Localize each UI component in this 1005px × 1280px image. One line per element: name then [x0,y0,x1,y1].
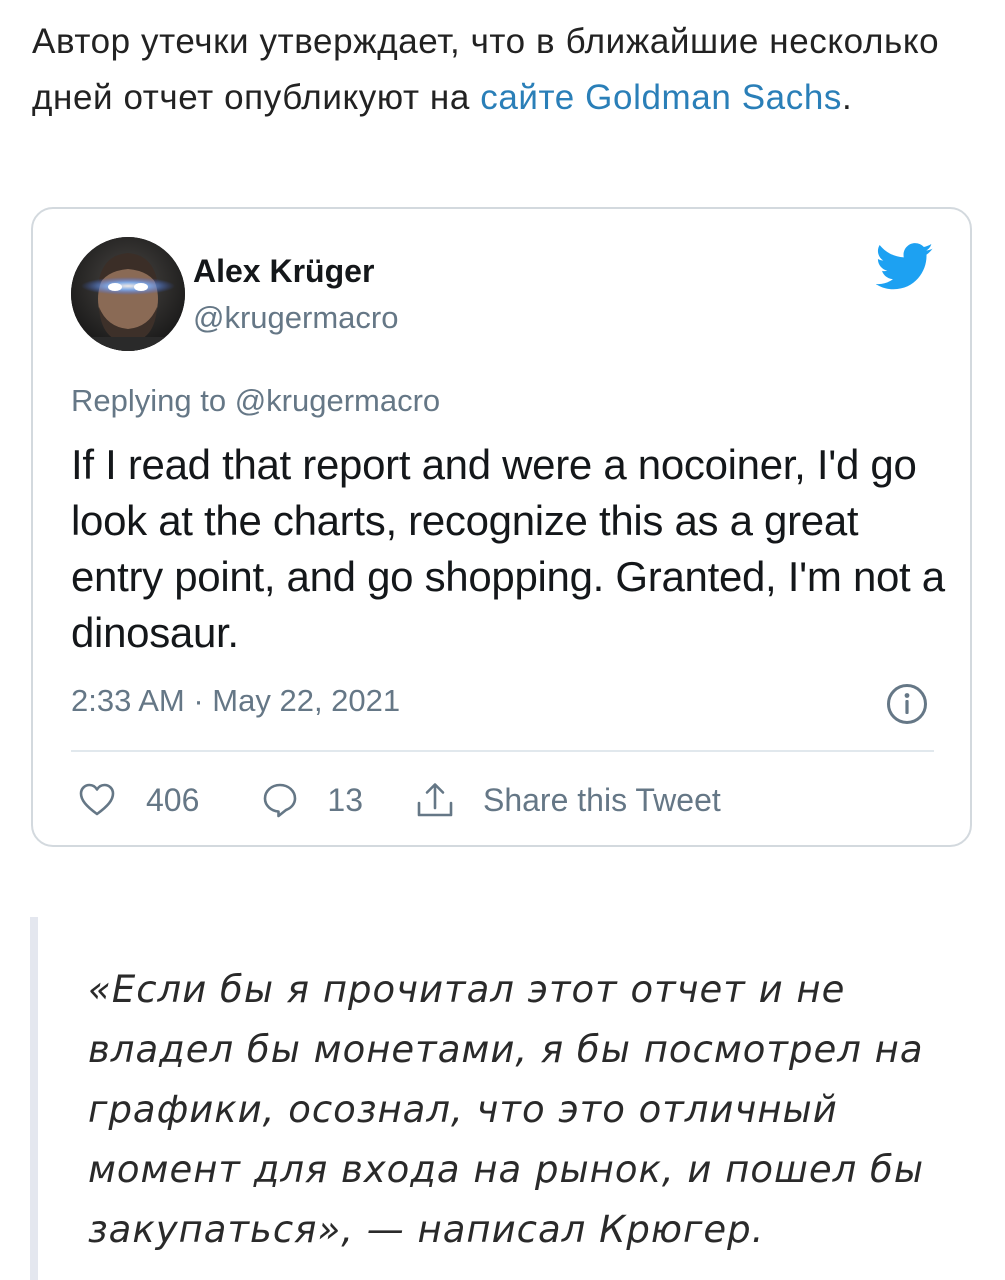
info-icon[interactable] [886,683,928,725]
blockquote-bar [30,917,38,1280]
intro-paragraph: Автор утечки утверждает, что в ближайшие… [32,14,972,126]
intro-text-end: . [842,78,853,117]
speech-bubble-icon [264,783,297,818]
tweet-actions: 406 13 Share this Tweet [78,777,721,823]
heart-icon [79,783,115,816]
embedded-tweet-card[interactable]: Alex Krüger @krugermacro Replying to @kr… [31,207,972,847]
author-handle[interactable]: @krugermacro [193,300,398,336]
avatar-image [71,237,185,351]
goldman-sachs-link[interactable]: сайте Goldman Sachs [480,78,842,117]
like-button[interactable]: 406 [78,782,199,819]
avatar[interactable] [71,237,185,351]
author-name[interactable]: Alex Krüger [193,253,374,290]
reply-count: 13 [327,781,363,818]
share-label: Share this Tweet [482,781,721,818]
reply-button[interactable]: 13 [261,781,363,819]
blockquote-text: «Если бы я прочитал этот отчет и не влад… [88,968,925,1251]
share-tweet-button[interactable]: Share this Tweet [415,781,721,819]
tweet-text: If I read that report and were a nocoine… [71,441,945,656]
replying-to-label[interactable]: Replying to @krugermacro [71,383,440,419]
twitter-bird-icon[interactable] [876,242,934,292]
like-count: 406 [146,781,200,818]
share-icon [417,783,453,817]
tweet-timestamp[interactable]: 2:33 AM · May 22, 2021 [71,683,400,719]
divider [71,750,934,752]
